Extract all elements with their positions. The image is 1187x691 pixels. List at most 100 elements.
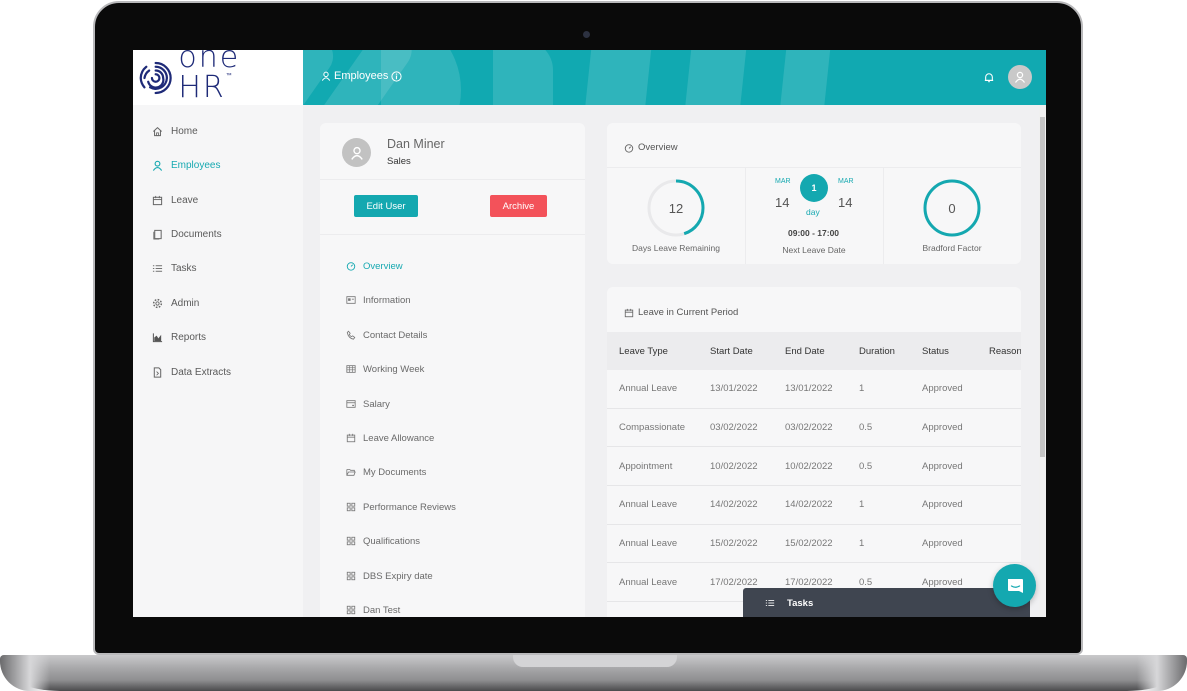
cell-leave-type: Appointment: [619, 460, 673, 472]
cell-end-date: 10/02/2022: [785, 460, 833, 472]
header-decoration: [778, 50, 832, 105]
cell-end-date: 03/02/2022: [785, 421, 833, 433]
folder-open-icon: [346, 469, 356, 476]
leave-table-title: Leave in Current Period: [624, 307, 738, 318]
profile-menu-overview[interactable]: Overview: [346, 259, 403, 273]
table-row[interactable]: Compassionate 03/02/2022 03/02/2022 0.5 Appr…: [607, 409, 1021, 448]
cell-end-date: 15/02/2022: [785, 538, 833, 550]
chat-icon: [1007, 578, 1023, 593]
cell-duration: 0.5: [859, 421, 873, 433]
chat-launcher-button[interactable]: [993, 564, 1036, 607]
leave-table-title-text: Leave in Current Period: [638, 307, 739, 318]
column-header-start-date[interactable]: Start Date: [710, 346, 753, 357]
sidebar-item-home[interactable]: Home: [152, 122, 198, 140]
profile-menu-contact-details[interactable]: Contact Details: [346, 328, 427, 342]
column-header-end-date[interactable]: End Date: [785, 346, 825, 357]
page-scrollbar[interactable]: [1039, 105, 1046, 617]
grid-icon: [346, 502, 356, 512]
table-row[interactable]: Appointment 10/02/2022 10/02/2022 0.5 Approv…: [607, 447, 1021, 486]
table-row[interactable]: Annual Leave 14/02/2022 14/02/2022 1 Approve…: [607, 486, 1021, 525]
grid-icon: [346, 605, 356, 615]
profile-menu-dbs-expiry-date[interactable]: DBS Expiry date: [346, 569, 433, 583]
profile-menu-my-documents[interactable]: My Documents: [346, 465, 426, 479]
logo[interactable]: one HR™ ONEHRSOFTWARE.COM: [133, 50, 303, 111]
sidebar-nav: Home Employees Leave Documents Tasks Adm…: [133, 105, 303, 617]
table-row[interactable]: Annual Leave 15/02/2022 15/02/2022 1 Approve…: [607, 525, 1021, 564]
cell-leave-type: Annual Leave: [619, 538, 678, 550]
column-header-status[interactable]: Status: [922, 346, 949, 357]
cell-duration: 1: [859, 538, 865, 550]
tasks-drawer-bar[interactable]: Tasks: [743, 588, 1030, 617]
divider: [607, 167, 1021, 168]
list-icon: [765, 600, 775, 606]
profile-menu-salary[interactable]: Salary: [346, 397, 390, 411]
cell-end-date: 14/02/2022: [785, 499, 833, 511]
table-row[interactable]: Annual Leave 13/01/2022 13/01/2022 1 Approve…: [607, 370, 1021, 409]
profile-menu-label: My Documents: [363, 466, 427, 478]
profile-menu-qualifications[interactable]: Qualifications: [346, 534, 420, 548]
info-icon[interactable]: [391, 70, 403, 82]
scrollbar-thumb[interactable]: [1040, 117, 1045, 457]
bradford-factor-label: Bradford Factor: [922, 243, 982, 253]
sidebar-item-reports[interactable]: Reports: [152, 328, 206, 346]
sidebar-item-leave[interactable]: Leave: [152, 191, 198, 209]
edit-user-button[interactable]: Edit User: [354, 195, 418, 217]
profile-menu-working-week[interactable]: Working Week: [346, 362, 424, 376]
laptop-notch: [513, 655, 677, 667]
sidebar-item-documents[interactable]: Documents: [152, 225, 222, 243]
sidebar-item-tasks[interactable]: Tasks: [152, 259, 197, 277]
profile-menu-label: Working Week: [363, 363, 425, 375]
sidebar-item-label: Documents: [171, 228, 222, 240]
overview-card: Overview 12 Days Leave Remaining MAR 14 …: [607, 123, 1021, 264]
days-remaining-label: Days Leave Remaining: [632, 243, 720, 253]
calendar-icon: [346, 433, 356, 443]
profile-menu-label: DBS Expiry date: [363, 570, 433, 582]
webcam: [583, 31, 590, 38]
cell-start-date: 10/02/2022: [710, 460, 758, 472]
next-leave-start-day: 14: [775, 195, 790, 210]
header-decoration: [583, 50, 653, 105]
sidebar-item-label: Leave: [171, 194, 199, 206]
file-export-icon: [153, 366, 162, 378]
logo-title: one HR™: [178, 50, 241, 106]
overview-title: Overview: [624, 142, 678, 153]
cell-leave-type: Annual Leave: [619, 383, 678, 395]
profile-menu-leave-allowance[interactable]: Leave Allowance: [346, 431, 434, 445]
user-avatar-icon: [1015, 71, 1025, 83]
column-header-reason[interactable]: Reason: [989, 346, 1021, 357]
gauge-icon: [624, 143, 634, 153]
bell-icon[interactable]: [984, 72, 994, 83]
profile-menu-information[interactable]: Information: [346, 293, 411, 307]
profile-menu-performance-reviews[interactable]: Performance Reviews: [346, 500, 456, 514]
column-header-duration[interactable]: Duration: [859, 346, 895, 357]
leave-current-period-card: Leave in Current Period Leave Type Start…: [607, 287, 1021, 617]
profile-menu-label: Contact Details: [363, 329, 428, 341]
divider: [745, 168, 746, 264]
profile-menu-label: Dan Test: [363, 604, 401, 616]
user-avatar-icon: [350, 146, 363, 160]
cell-start-date: 17/02/2022: [710, 576, 758, 588]
sidebar-item-label: Reports: [171, 331, 207, 343]
id-card-icon: [346, 296, 356, 304]
cell-start-date: 03/02/2022: [710, 421, 758, 433]
cell-start-date: 15/02/2022: [710, 538, 758, 550]
column-header-leave-type[interactable]: Leave Type: [619, 346, 668, 357]
archive-button[interactable]: Archive: [490, 195, 547, 217]
cell-status: Approved: [922, 383, 963, 395]
cell-start-date: 13/01/2022: [710, 383, 758, 395]
user-avatar[interactable]: [1008, 65, 1032, 89]
wallet-icon: [346, 400, 356, 408]
sidebar-item-data-extracts[interactable]: Data Extracts: [152, 363, 231, 381]
header-title: Employees: [321, 70, 403, 82]
bradford-factor-value: 0: [948, 200, 956, 216]
profile-menu-dan-test[interactable]: Dan Test: [346, 603, 400, 617]
sidebar-item-admin[interactable]: Admin: [152, 294, 199, 312]
header-decoration: [683, 50, 748, 105]
sidebar-item-employees[interactable]: Employees: [152, 156, 220, 174]
divider: [320, 179, 585, 180]
phone-icon: [346, 330, 356, 340]
next-leave-end-month: MAR: [838, 178, 854, 185]
gear-icon: [152, 298, 163, 308]
tasks-bar-label: Tasks: [787, 597, 814, 609]
cell-end-date: 13/01/2022: [785, 383, 833, 395]
